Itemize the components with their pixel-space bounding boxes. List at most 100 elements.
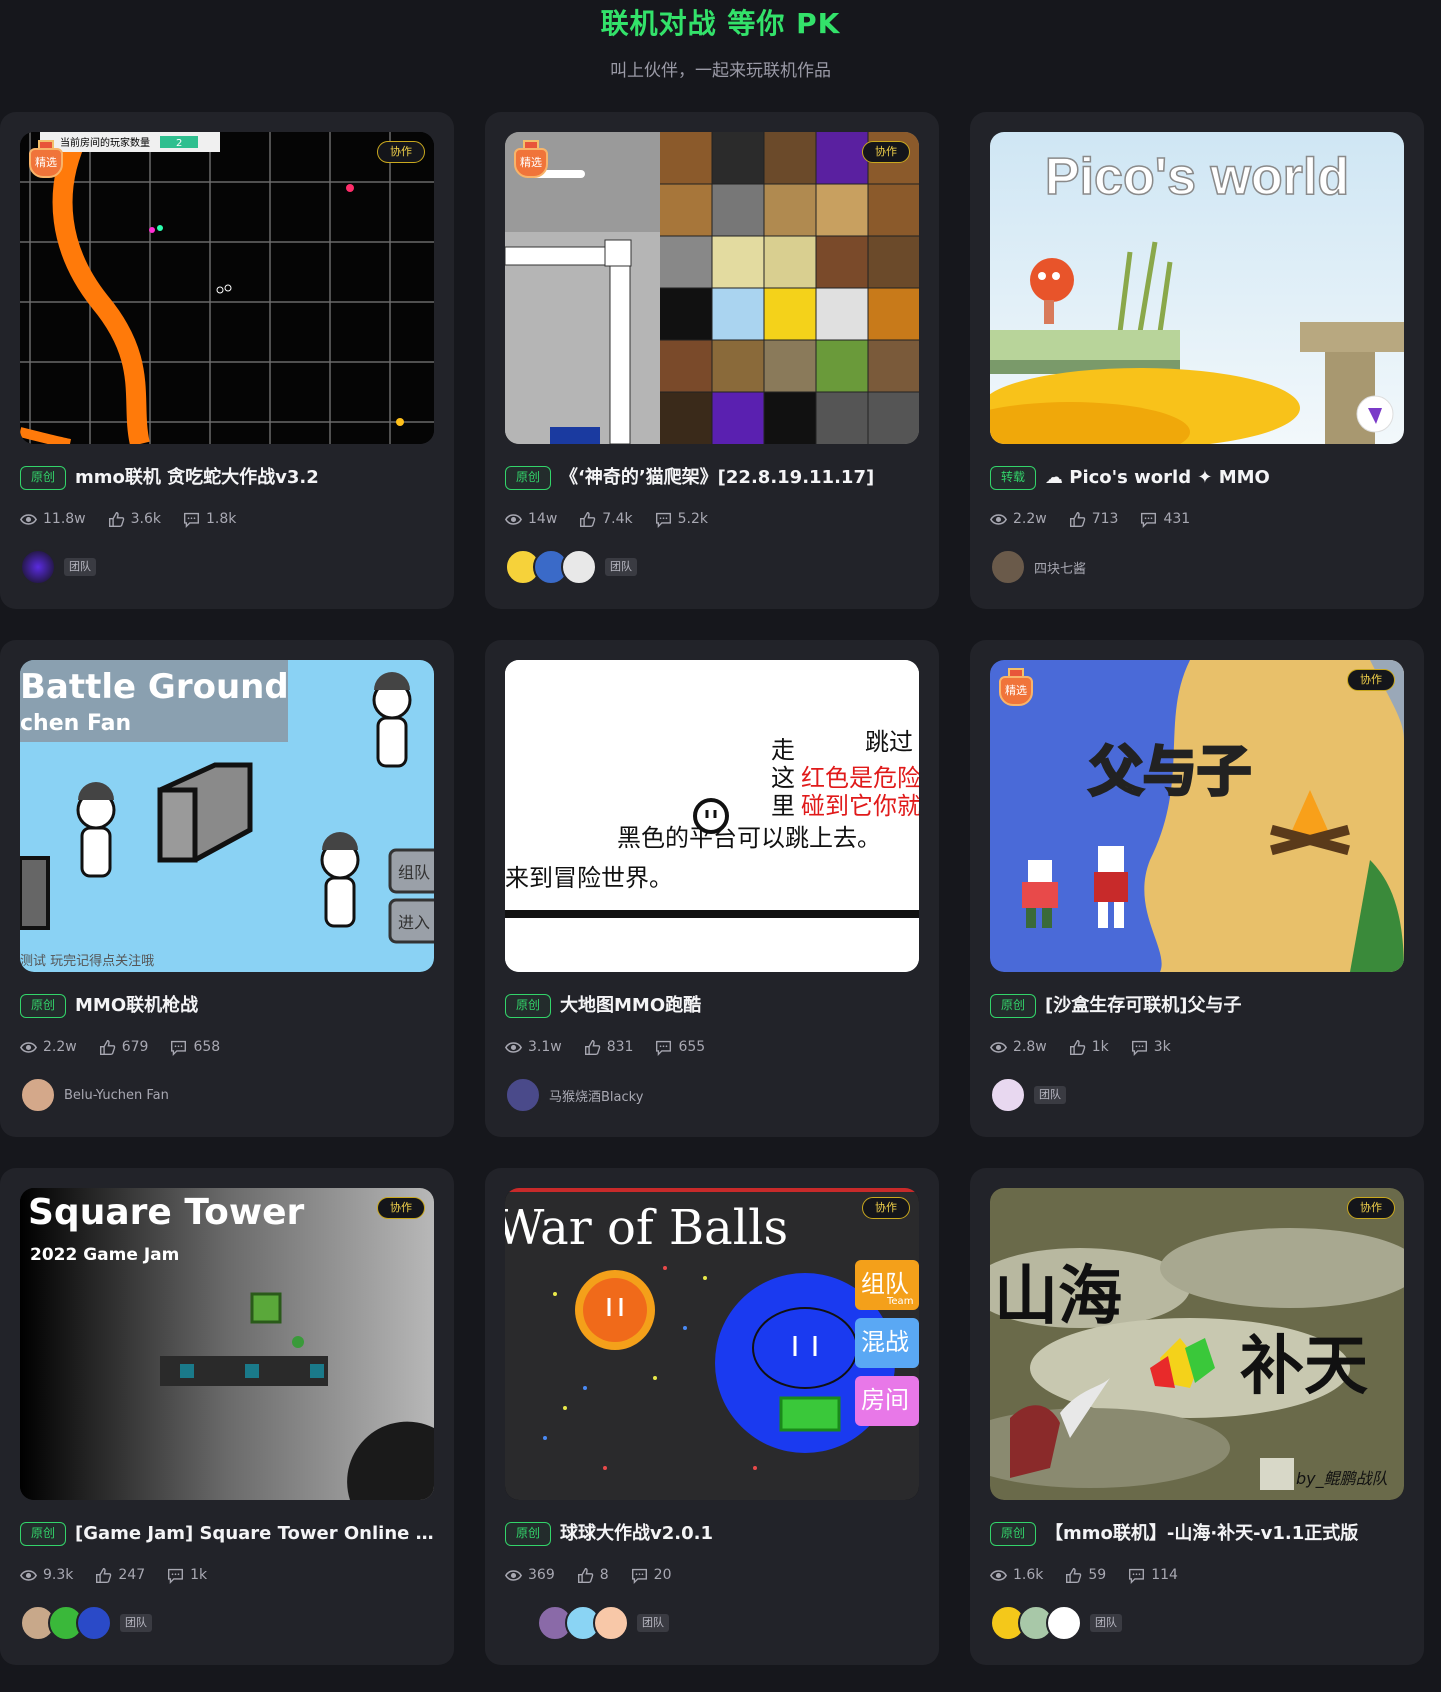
eye-icon <box>990 1041 1007 1053</box>
picos-world-thumbnail: Pico's world <box>990 132 1404 444</box>
comments-stat[interactable]: 3k <box>1131 1039 1171 1056</box>
author-row[interactable]: 团队 <box>20 547 96 587</box>
comment-icon <box>631 1568 647 1584</box>
work-stats: 3.1w 831 655 <box>505 1036 727 1058</box>
work-title[interactable]: MMO联机枪战 <box>75 992 440 1020</box>
author-row[interactable]: 四块七酱 <box>990 547 1086 587</box>
work-title[interactable]: 【mmo联机】-山海·补天-v1.1正式版 <box>1045 1520 1410 1548</box>
thumb-label: 测试 玩完记得点关注哦 <box>20 953 154 969</box>
work-thumbnail[interactable]: War of Balls 组队 Team 混战 房间 协作 <box>505 1188 919 1500</box>
comments-stat[interactable]: 5.2k <box>655 511 708 528</box>
thumbs-up-icon <box>577 1567 593 1583</box>
comments-stat[interactable]: 114 <box>1128 1567 1178 1584</box>
collab-badge: 协作 <box>1347 1197 1395 1219</box>
thumb-label: 跳过 <box>865 728 913 756</box>
avatar[interactable] <box>990 549 1026 585</box>
work-stats: 2.8w 1k 3k <box>990 1036 1193 1058</box>
work-thumbnail[interactable]: 山海 补天 by_鲲鹏战队 协作 <box>990 1188 1404 1500</box>
work-card[interactable]: 山海 补天 by_鲲鹏战队 协作 原创 【mmo联机】-山海·补天-v1.1正式… <box>970 1168 1424 1665</box>
team-chip: 团队 <box>64 558 96 576</box>
author-row[interactable]: 团队 <box>20 1603 152 1643</box>
work-card[interactable]: War of Balls 组队 Team 混战 房间 协作 原创 球球大作战v2… <box>485 1168 939 1665</box>
work-title[interactable]: 球球大作战v2.0.1 <box>560 1520 925 1548</box>
author-row[interactable]: 团队 <box>505 547 637 587</box>
avatar[interactable] <box>505 1077 541 1113</box>
likes-stat[interactable]: 247 <box>95 1567 145 1584</box>
work-card[interactable]: Pico's world 转载 ☁ Pico's world ✦ MMO 2.2… <box>970 112 1424 609</box>
thumb-label: 补天 <box>1240 1329 1368 1404</box>
work-thumbnail[interactable]: 当前房间的玩家数量 2 精选 协作 <box>20 132 434 444</box>
work-thumbnail[interactable]: 走 跳过 这 红色是危险 里 碰到它你就 黑色的平台可以跳上去。 来到冒险世界。 <box>505 660 919 972</box>
avatar[interactable] <box>990 1077 1026 1113</box>
likes-stat[interactable]: 713 <box>1069 511 1118 528</box>
avatar[interactable] <box>20 549 56 585</box>
author-row[interactable]: 团队 <box>990 1075 1066 1115</box>
comments-stat[interactable]: 1.8k <box>183 511 236 528</box>
likes-stat[interactable]: 8 <box>577 1567 609 1584</box>
work-thumbnail[interactable]: 精选 协作 <box>505 132 919 444</box>
work-title[interactable]: 大地图MMO跑酷 <box>560 992 925 1020</box>
parkour-thumbnail: 走 跳过 这 红色是危险 里 碰到它你就 黑色的平台可以跳上去。 来到冒险世界。 <box>505 660 919 972</box>
work-stats: 2.2w 713 431 <box>990 508 1212 530</box>
work-card[interactable]: Battle Ground chen Fan 组队 进入 测试 玩完记得点关注哦 <box>0 640 454 1137</box>
thumb-label: Team <box>886 1296 913 1307</box>
avatar[interactable] <box>561 549 597 585</box>
avatar[interactable] <box>1046 1605 1082 1641</box>
work-thumbnail[interactable]: Battle Ground chen Fan 组队 进入 测试 玩完记得点关注哦 <box>20 660 434 972</box>
shanhai-butian-thumbnail: 山海 补天 by_鲲鹏战队 <box>990 1188 1404 1500</box>
work-title[interactable]: mmo联机 贪吃蛇大作战v3.2 <box>75 464 440 492</box>
likes-stat[interactable]: 3.6k <box>108 511 161 528</box>
team-chip: 团队 <box>605 558 637 576</box>
team-chip: 团队 <box>120 1614 152 1632</box>
work-title[interactable]: [沙盒生存可联机]父与子 <box>1045 992 1410 1020</box>
likes-stat[interactable]: 7.4k <box>579 511 633 528</box>
eye-icon <box>20 1569 37 1581</box>
comments-stat[interactable]: 655 <box>655 1039 705 1056</box>
likes-stat[interactable]: 679 <box>99 1039 148 1056</box>
author-row[interactable]: 团队 <box>990 1603 1122 1643</box>
work-title[interactable]: 《‘神奇的’猫爬架》[22.8.19.11.17] <box>560 464 925 492</box>
avatar[interactable] <box>20 1077 56 1113</box>
thumb-label: 2022 Game Jam <box>30 1245 179 1265</box>
eye-icon <box>505 513 522 525</box>
work-stats: 9.3k 247 1k <box>20 1564 229 1586</box>
comment-icon <box>168 1568 184 1584</box>
comments-stat[interactable]: 431 <box>1140 511 1190 528</box>
author-row[interactable]: 马猴烧酒Blacky <box>505 1075 643 1115</box>
work-thumbnail[interactable]: Pico's world <box>990 132 1404 444</box>
work-card[interactable]: Square Tower 2022 Game Jam 协作 原创 [Game J… <box>0 1168 454 1665</box>
work-card[interactable]: 当前房间的玩家数量 2 精选 协作 原创 mmo联机 贪吃蛇大作战v3.2 11… <box>0 112 454 609</box>
thumb-label: 来到冒险世界。 <box>505 864 673 892</box>
thumb-label: 走 <box>771 736 795 764</box>
author-name[interactable]: Belu-Yuchen Fan <box>64 1088 169 1103</box>
work-thumbnail[interactable]: Square Tower 2022 Game Jam 协作 <box>20 1188 434 1500</box>
author-row[interactable]: Belu-Yuchen Fan <box>20 1075 169 1115</box>
work-title[interactable]: ☁ Pico's world ✦ MMO <box>1045 464 1410 492</box>
author-name[interactable]: 四块七酱 <box>1034 558 1086 577</box>
work-card[interactable]: 父与子 精选 协作 原创 [沙盒生存可联机]父与子 2.8w 1k 3k 团队 <box>970 640 1424 1137</box>
comment-icon <box>1129 1568 1145 1584</box>
featured-badge: 精选 <box>29 140 63 180</box>
likes-stat[interactable]: 831 <box>584 1039 633 1056</box>
featured-badge: 精选 <box>999 668 1033 708</box>
comments-stat[interactable]: 658 <box>170 1039 220 1056</box>
likes-stat[interactable]: 1k <box>1069 1039 1109 1056</box>
likes-stat[interactable]: 59 <box>1065 1567 1106 1584</box>
work-title[interactable]: [Game Jam] Square Tower Online 联机... <box>75 1520 440 1548</box>
thumbs-up-icon <box>584 1039 600 1055</box>
comments-stat[interactable]: 20 <box>631 1567 671 1584</box>
views-stat: 2.2w <box>990 511 1047 528</box>
collab-badge: 协作 <box>377 141 425 163</box>
origin-tag: 原创 <box>20 1522 67 1546</box>
eye-icon <box>990 513 1007 525</box>
work-card[interactable]: 走 跳过 这 红色是危险 里 碰到它你就 黑色的平台可以跳上去。 来到冒险世界。… <box>485 640 939 1137</box>
author-name[interactable]: 马猴烧酒Blacky <box>549 1086 643 1105</box>
comments-stat[interactable]: 1k <box>167 1567 207 1584</box>
comment-icon <box>1131 1040 1147 1056</box>
thumb-label: 混战 <box>861 1328 909 1356</box>
avatar[interactable] <box>593 1605 629 1641</box>
avatar[interactable] <box>76 1605 112 1641</box>
work-thumbnail[interactable]: 父与子 精选 协作 <box>990 660 1404 972</box>
work-card[interactable]: 精选 协作 原创 《‘神奇的’猫爬架》[22.8.19.11.17] 14w 7… <box>485 112 939 609</box>
author-row[interactable]: 团队 <box>537 1603 669 1643</box>
